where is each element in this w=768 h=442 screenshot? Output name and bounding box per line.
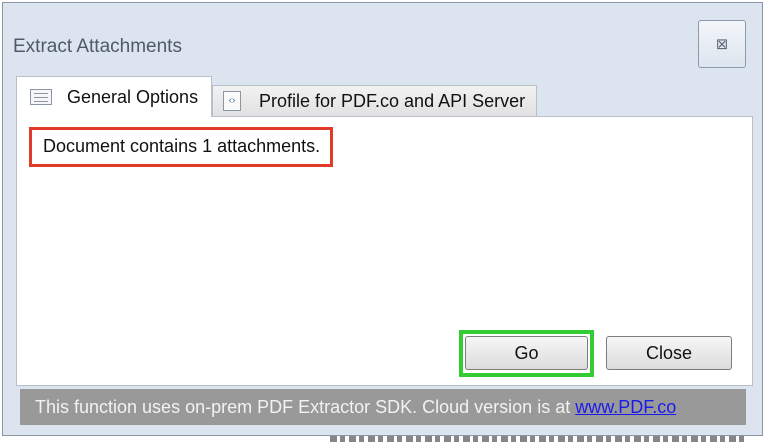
general-options-panel: Document contains 1 attachments. Go Clos… xyxy=(16,116,753,386)
pdfco-link[interactable]: www.PDF.co xyxy=(575,397,676,417)
tab-strip: General Options ‹› Profile for PDF.co an… xyxy=(16,76,753,117)
window-close-button[interactable]: ⊠ xyxy=(698,20,746,68)
attachments-count-message: Document contains 1 attachments. xyxy=(29,127,333,167)
tab-label: General Options xyxy=(67,86,199,107)
title-bar[interactable]: Extract Attachments ⊠ xyxy=(3,3,762,75)
status-text: This function uses on-prem PDF Extractor… xyxy=(35,397,576,417)
extract-attachments-dialog: Extract Attachments ⊠ General Options ‹›… xyxy=(2,2,763,436)
tab-profile-pdfco-api-server[interactable]: ‹› Profile for PDF.co and API Server xyxy=(212,85,537,116)
code-file-icon: ‹› xyxy=(223,91,241,111)
tab-label: Profile for PDF.co and API Server xyxy=(259,90,526,111)
window-title: Extract Attachments xyxy=(13,36,182,57)
status-bar: This function uses on-prem PDF Extractor… xyxy=(20,389,746,425)
tab-general-options[interactable]: General Options xyxy=(16,76,212,117)
list-icon xyxy=(30,89,52,105)
close-icon: ⊠ xyxy=(715,36,729,53)
screen: Extract Attachments ⊠ General Options ‹›… xyxy=(0,0,768,442)
go-button[interactable]: Go xyxy=(465,336,588,370)
close-button[interactable]: Close xyxy=(606,336,732,370)
